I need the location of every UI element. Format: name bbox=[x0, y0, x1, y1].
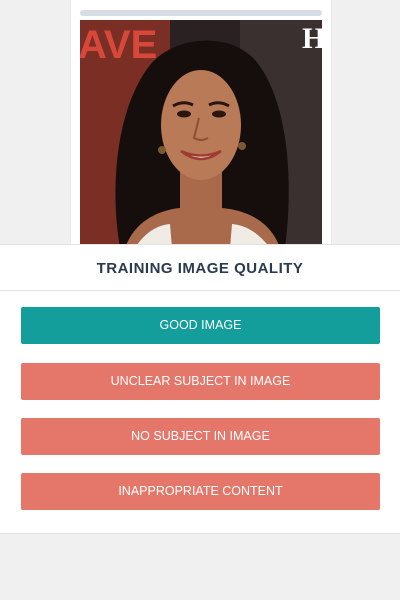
image-quality-panel: TRAINING IMAGE QUALITY GOOD IMAGE UNCLEA… bbox=[0, 244, 400, 534]
photo-banner-text: AVE bbox=[80, 23, 157, 67]
inappropriate-content-button[interactable]: INAPPROPRIATE CONTENT bbox=[21, 473, 380, 510]
image-progress-strip bbox=[80, 10, 322, 16]
photo-banner-corner: H bbox=[302, 22, 322, 55]
portrait-photo-icon: AVE H bbox=[80, 20, 322, 248]
training-image-card: AVE H bbox=[71, 0, 331, 252]
no-subject-button[interactable]: NO SUBJECT IN IMAGE bbox=[21, 418, 380, 455]
unclear-subject-button[interactable]: UNCLEAR SUBJECT IN IMAGE bbox=[21, 363, 380, 400]
panel-title: TRAINING IMAGE QUALITY bbox=[0, 245, 400, 291]
app-screen: AVE H TRAINING IMAGE QUALITY GOOD IMAGE … bbox=[0, 0, 400, 600]
training-photo: AVE H bbox=[80, 20, 322, 248]
good-image-button[interactable]: GOOD IMAGE bbox=[21, 307, 380, 344]
